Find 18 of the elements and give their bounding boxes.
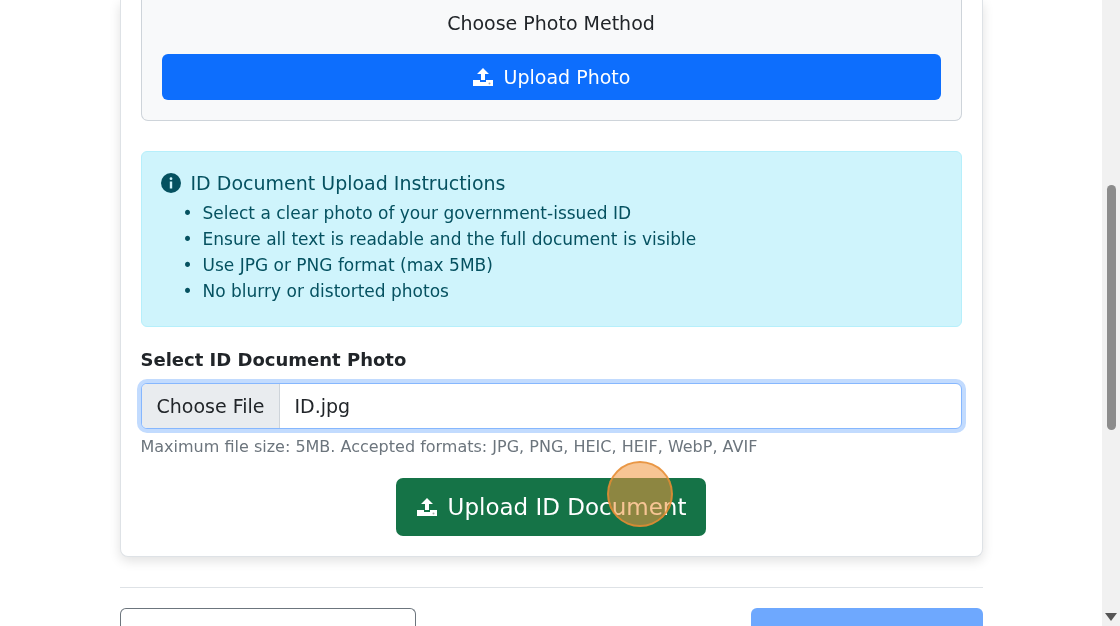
- scrollbar-thumb[interactable]: [1106, 185, 1116, 430]
- bullet: •: [182, 202, 193, 225]
- instruction-item: No blurry or distorted photos: [202, 280, 449, 303]
- alert-title: ID Document Upload Instructions: [190, 172, 506, 194]
- bullet: •: [182, 280, 193, 303]
- bullet: •: [182, 228, 193, 251]
- bullet: •: [182, 254, 193, 277]
- instruction-item: Use JPG or PNG format (max 5MB): [202, 254, 493, 277]
- field-label: Select ID Document Photo: [140, 349, 408, 370]
- info-icon: [160, 173, 181, 193]
- upload-photo-button[interactable]: Upload Photo: [161, 54, 941, 100]
- scroll-down-icon[interactable]: [1105, 613, 1117, 621]
- instruction-item: Select a clear photo of your government-issued ID: [202, 202, 632, 225]
- help-text: Maximum file size: 5MB. Accepted formats: JPG, PNG, HEIC, HEIF, WebP, AVIF: [140, 437, 759, 456]
- upload-icon: [471, 67, 494, 87]
- section-title: Choose Photo Method: [447, 12, 655, 34]
- instruction-item: Ensure all text is readable and the full document is visible: [202, 228, 697, 251]
- upload-icon: [415, 497, 438, 517]
